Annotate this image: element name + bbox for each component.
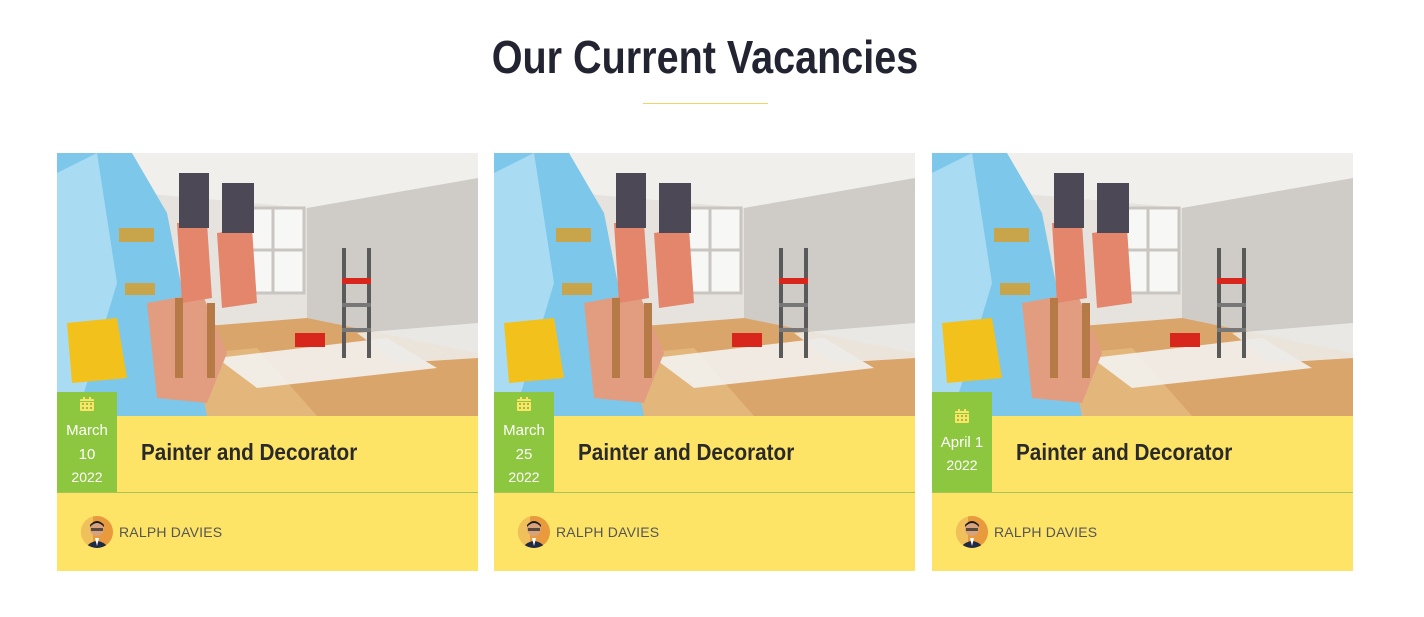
date-badge: April 1 2022 (932, 392, 992, 492)
vacancy-card[interactable]: April 1 2022 Painter and Decorator RALPH… (932, 153, 1353, 571)
vacancy-title-link[interactable]: Painter and Decorator (141, 439, 357, 466)
avatar (956, 516, 988, 548)
avatar (518, 516, 550, 548)
date-badge: March 10 2022 (57, 392, 117, 492)
vacancy-card[interactable]: March 10 2022 Painter and Decorator RALP… (57, 153, 478, 571)
date-day: 25 (515, 446, 533, 463)
vacancies-list: March 10 2022 Painter and Decorator RALP… (57, 153, 1353, 571)
date-year: 2022 (508, 469, 540, 485)
card-divider (57, 492, 478, 493)
card-divider (932, 492, 1353, 493)
date-day: 10 (78, 446, 96, 463)
author[interactable]: RALPH DAVIES (956, 516, 1097, 548)
author-name[interactable]: RALPH DAVIES (119, 524, 222, 540)
date-month: March (66, 422, 108, 439)
vacancy-photo[interactable] (932, 153, 1353, 416)
vacancy-photo[interactable] (57, 153, 478, 416)
calendar-icon (79, 396, 95, 412)
author[interactable]: RALPH DAVIES (518, 516, 659, 548)
author[interactable]: RALPH DAVIES (81, 516, 222, 548)
vacancy-card[interactable]: March 25 2022 Painter and Decorator RALP… (494, 153, 915, 571)
date-badge: March 25 2022 (494, 392, 554, 492)
date-year: 2022 (71, 469, 103, 485)
calendar-icon (516, 396, 532, 412)
section-title: Our Current Vacancies (491, 31, 919, 83)
date-year: 2022 (946, 457, 978, 473)
date-month: April 1 (940, 434, 984, 451)
vacancy-title-link[interactable]: Painter and Decorator (1016, 439, 1232, 466)
author-name[interactable]: RALPH DAVIES (994, 524, 1097, 540)
date-month: March (503, 422, 545, 439)
avatar (81, 516, 113, 548)
vacancy-title-link[interactable]: Painter and Decorator (578, 439, 794, 466)
title-divider (643, 103, 768, 104)
calendar-icon (954, 408, 970, 424)
card-divider (494, 492, 915, 493)
vacancy-photo[interactable] (494, 153, 915, 416)
author-name[interactable]: RALPH DAVIES (556, 524, 659, 540)
